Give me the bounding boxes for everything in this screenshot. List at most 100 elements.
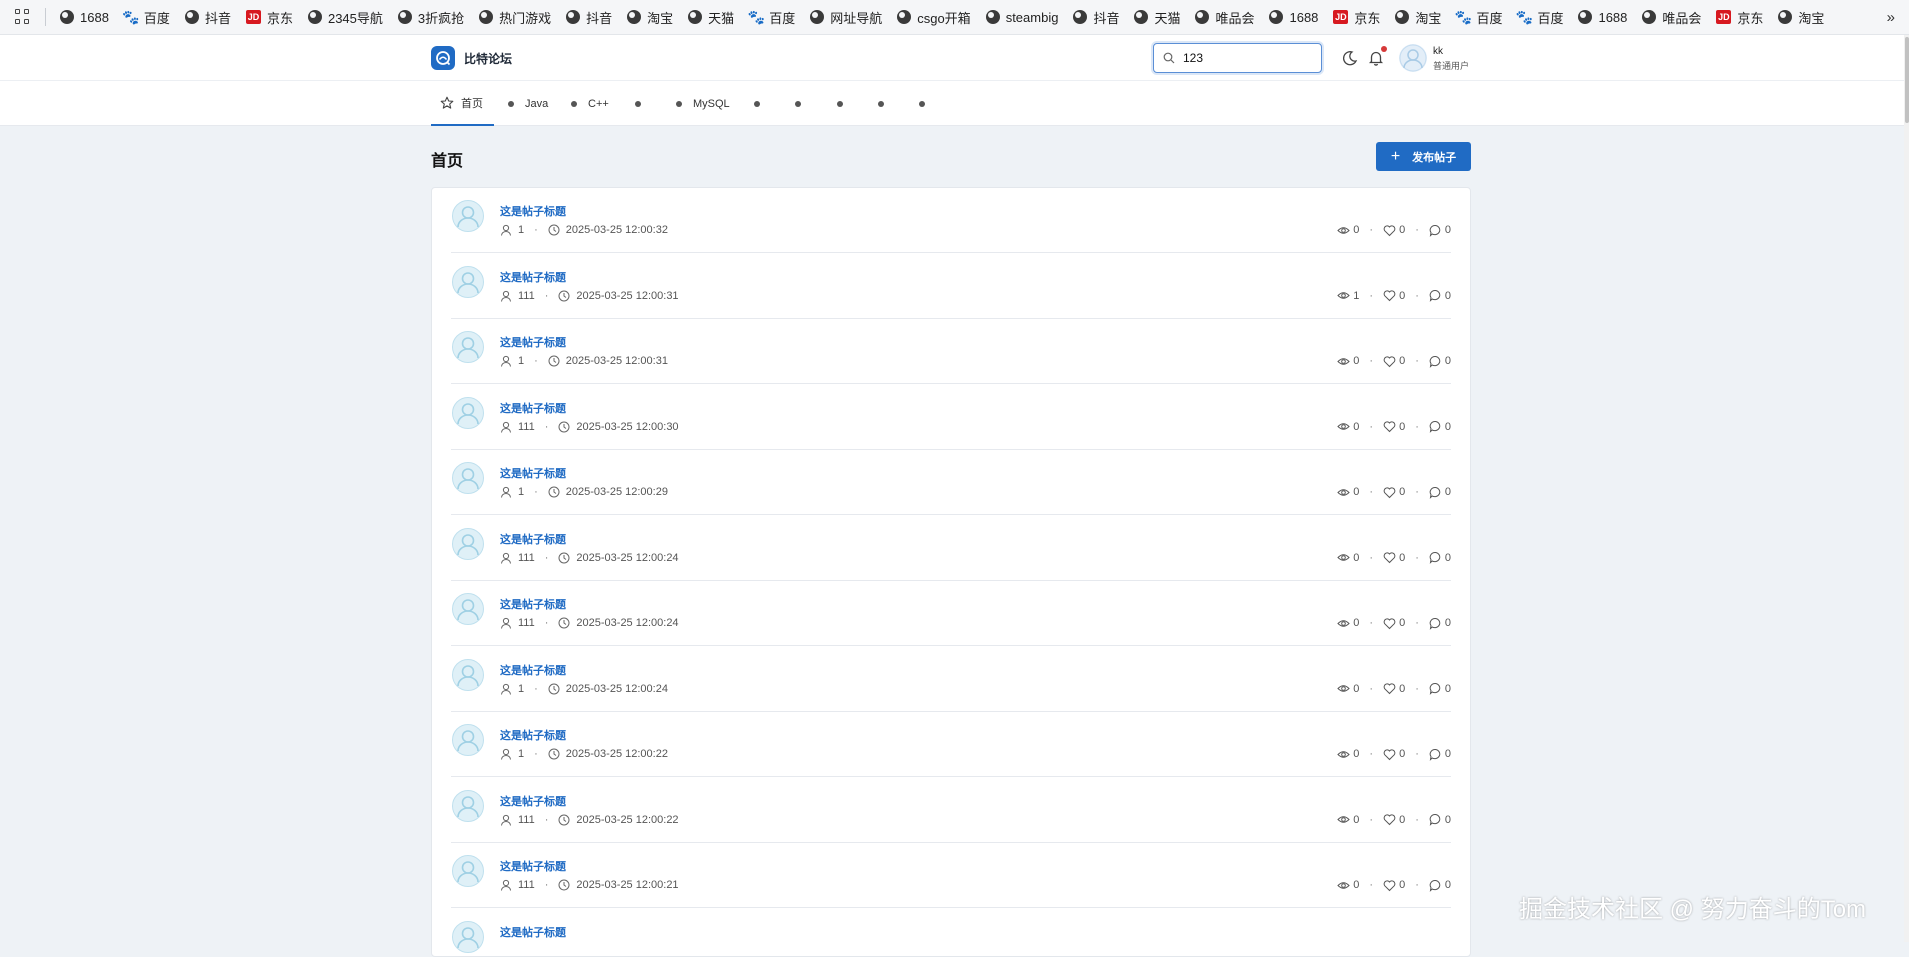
bookmark-item[interactable]: JD京东 — [246, 8, 293, 27]
bookmark-item[interactable]: steambig — [986, 10, 1059, 25]
post-author-avatar[interactable] — [451, 920, 485, 954]
post-item[interactable]: 这是帖子标题111·2025-03-25 12:00:240·0·0 — [451, 581, 1451, 646]
post-author-avatar[interactable] — [451, 265, 485, 299]
bookmark-item[interactable]: 🐾百度 — [1456, 8, 1502, 27]
post-author[interactable]: 111 — [518, 552, 535, 564]
bookmark-item[interactable]: 抖音 — [566, 8, 612, 27]
comment-count: 0 — [1445, 814, 1451, 826]
bookmark-item[interactable]: 天猫 — [688, 8, 734, 27]
post-title[interactable]: 这是帖子标题 — [500, 400, 566, 416]
user-name[interactable]: kk — [1433, 46, 1443, 57]
bookmark-item[interactable]: 唯品会 — [1195, 8, 1254, 27]
clock-icon — [548, 683, 560, 695]
page-scrollbar[interactable] — [1904, 35, 1909, 942]
bookmark-item[interactable]: 唯品会 — [1642, 8, 1701, 27]
post-title[interactable]: 这是帖子标题 — [500, 793, 566, 809]
bookmark-item[interactable]: 天猫 — [1134, 8, 1180, 27]
nav-item-home[interactable]: 首页 — [431, 81, 494, 126]
post-title[interactable]: 这是帖子标题 — [500, 531, 566, 547]
publish-post-button[interactable]: + 发布帖子 — [1376, 142, 1471, 171]
nav-item-unnamed-1[interactable] — [635, 81, 652, 126]
post-author[interactable]: 111 — [518, 879, 535, 891]
bookmark-label: 天猫 — [708, 8, 734, 27]
moon-icon[interactable] — [1341, 49, 1359, 67]
search-box[interactable] — [1153, 43, 1322, 73]
apps-grid-icon[interactable] — [15, 9, 31, 25]
post-author-avatar[interactable] — [451, 592, 485, 626]
post-author[interactable]: 111 — [518, 617, 535, 629]
post-title[interactable]: 这是帖子标题 — [500, 924, 566, 940]
post-author[interactable]: 1 — [518, 224, 524, 236]
bookmark-item[interactable]: 1688 — [1269, 10, 1318, 25]
post-title[interactable]: 这是帖子标题 — [500, 269, 566, 285]
bookmark-item[interactable]: JD京东 — [1716, 8, 1763, 27]
post-item[interactable]: 这是帖子标题111·2025-03-25 12:00:220·0·0 — [451, 778, 1451, 843]
bookmark-item[interactable]: 淘宝 — [1395, 8, 1441, 27]
post-title[interactable]: 这是帖子标题 — [500, 727, 566, 743]
post-title[interactable]: 这是帖子标题 — [500, 334, 566, 350]
nav-item-unnamed-3[interactable] — [795, 81, 812, 126]
post-author[interactable]: 1 — [518, 683, 524, 695]
post-author-avatar[interactable] — [451, 330, 485, 364]
bookmark-item[interactable]: 淘宝 — [1778, 8, 1824, 27]
post-author-avatar[interactable] — [451, 723, 485, 757]
bookmark-item[interactable]: JD京东 — [1333, 8, 1380, 27]
post-author[interactable]: 1 — [518, 748, 524, 760]
post-item[interactable]: 这是帖子标题1·2025-03-25 12:00:320·0·0 — [451, 188, 1451, 253]
nav-item-unnamed-4[interactable] — [837, 81, 854, 126]
post-item[interactable]: 这是帖子标题111·2025-03-25 12:00:300·0·0 — [451, 385, 1451, 450]
bookmark-item[interactable]: 🐾百度 — [124, 8, 170, 27]
bookmark-item[interactable]: 网址导航 — [810, 8, 882, 27]
bookmark-item[interactable]: 1688 — [1578, 10, 1627, 25]
bookmark-item[interactable]: 2345导航 — [308, 8, 383, 27]
eye-icon — [1337, 617, 1350, 630]
post-title[interactable]: 这是帖子标题 — [500, 858, 566, 874]
post-title[interactable]: 这是帖子标题 — [500, 465, 566, 481]
site-logo[interactable]: 比特论坛 — [431, 46, 512, 70]
bookmark-item[interactable]: 淘宝 — [627, 8, 673, 27]
nav-item-java[interactable]: Java — [508, 81, 548, 126]
post-item[interactable]: 这是帖子标题111·2025-03-25 12:00:311·0·0 — [451, 254, 1451, 319]
bookmark-item[interactable]: 热门游戏 — [479, 8, 551, 27]
post-author-avatar[interactable] — [451, 461, 485, 495]
user-icon — [500, 814, 512, 826]
post-author[interactable]: 1 — [518, 486, 524, 498]
nav-item-unnamed-2[interactable] — [754, 81, 771, 126]
post-title[interactable]: 这是帖子标题 — [500, 662, 566, 678]
post-author-avatar[interactable] — [451, 527, 485, 561]
bookmark-item[interactable]: csgo开箱 — [897, 8, 970, 27]
meta-separator: · — [545, 421, 549, 433]
post-author-avatar[interactable] — [451, 658, 485, 692]
search-input[interactable] — [1181, 50, 1305, 66]
post-title[interactable]: 这是帖子标题 — [500, 203, 566, 219]
post-author[interactable]: 111 — [518, 421, 535, 433]
post-item[interactable]: 这是帖子标题1·2025-03-25 12:00:290·0·0 — [451, 450, 1451, 515]
bookmark-item[interactable]: 🐾百度 — [1517, 8, 1563, 27]
bookmark-item[interactable]: 🐾百度 — [749, 8, 795, 27]
nav-item-cpp[interactable]: C++ — [571, 81, 609, 126]
nav-item-unnamed-5[interactable] — [878, 81, 895, 126]
post-author[interactable]: 111 — [518, 814, 535, 826]
post-author-avatar[interactable] — [451, 789, 485, 823]
post-item[interactable]: 这是帖子标题 — [451, 909, 1451, 957]
post-author[interactable]: 1 — [518, 355, 524, 367]
post-author-avatar[interactable] — [451, 854, 485, 888]
post-author-avatar[interactable] — [451, 199, 485, 233]
post-item[interactable]: 这是帖子标题1·2025-03-25 12:00:310·0·0 — [451, 319, 1451, 384]
post-item[interactable]: 这是帖子标题111·2025-03-25 12:00:210·0·0 — [451, 843, 1451, 908]
bookmarks-more-icon[interactable]: » — [1887, 9, 1895, 26]
post-author-avatar[interactable] — [451, 396, 485, 430]
post-author[interactable]: 111 — [518, 290, 535, 302]
nav-item-mysql[interactable]: MySQL — [676, 81, 730, 126]
bookmark-item[interactable]: 1688 — [60, 10, 109, 25]
bookmark-item[interactable]: 3折疯抢 — [398, 8, 464, 27]
post-title[interactable]: 这是帖子标题 — [500, 596, 566, 612]
user-avatar[interactable] — [1399, 44, 1427, 72]
nav-item-unnamed-6[interactable] — [919, 81, 936, 126]
post-item[interactable]: 这是帖子标题111·2025-03-25 12:00:240·0·0 — [451, 516, 1451, 581]
bookmark-item[interactable]: 抖音 — [185, 8, 231, 27]
post-item[interactable]: 这是帖子标题1·2025-03-25 12:00:220·0·0 — [451, 712, 1451, 777]
scrollbar-thumb[interactable] — [1905, 37, 1909, 123]
bookmark-item[interactable]: 抖音 — [1073, 8, 1119, 27]
post-item[interactable]: 这是帖子标题1·2025-03-25 12:00:240·0·0 — [451, 647, 1451, 712]
